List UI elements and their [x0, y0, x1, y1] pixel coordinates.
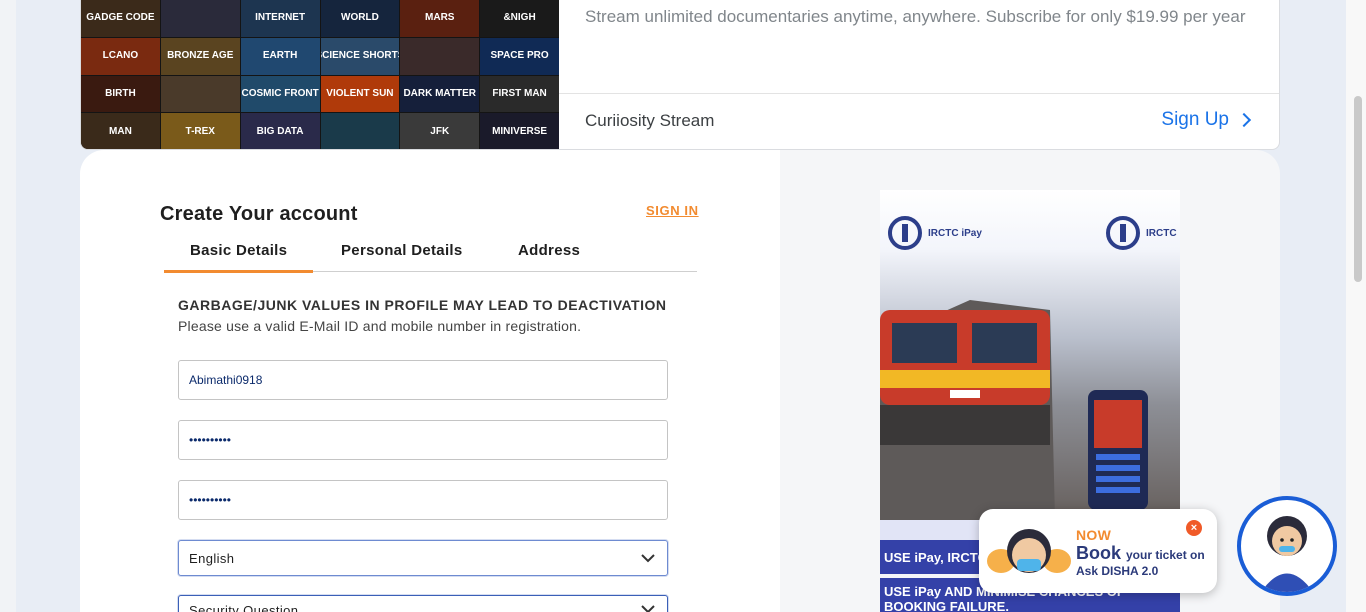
- scrollbar-thumb[interactable]: [1354, 96, 1362, 282]
- password-input[interactable]: [178, 420, 668, 460]
- disha-mascot-icon: [987, 529, 1071, 573]
- ad-collage-tile: BIG DATA: [240, 113, 320, 149]
- ad-collage-image[interactable]: GADGE CODE INTERNET WORLD MARS &NIGH LCANO BRO…: [81, 0, 559, 149]
- ad-brand-name: Curiiosity Stream: [585, 111, 715, 130]
- confirm-password-input[interactable]: [178, 480, 668, 520]
- warning-subtitle: Please use a valid E-Mail ID and mobile …: [178, 318, 582, 334]
- ad-banner[interactable]: GADGE CODE INTERNET WORLD MARS &NIGH LCANO BRO…: [80, 0, 1280, 150]
- ad-collage-tile: MARS: [400, 0, 480, 37]
- ipay-logo: IRCTC iPay: [886, 214, 982, 252]
- ad-collage-tile: JFK: [400, 113, 480, 149]
- ad-collage-tile: VIOLENT SUN: [320, 75, 400, 113]
- disha-now-label: NOW: [1076, 527, 1112, 543]
- disha-book-rest: your ticket on: [1126, 548, 1205, 562]
- language-select-value: English: [189, 550, 235, 566]
- disha-name-label: Ask DISHA 2.0: [1076, 564, 1159, 578]
- tab-address[interactable]: Address: [518, 242, 580, 259]
- irctc-brand: IRCTC: [1146, 227, 1177, 239]
- irctc-logo-icon: [1106, 216, 1140, 250]
- ad-collage-tile: [320, 113, 400, 149]
- registration-form: Create Your account SIGN IN Basic Detail…: [80, 150, 780, 612]
- ad-signup-link[interactable]: Sign Up: [1161, 109, 1252, 131]
- ad-signup-label: Sign Up: [1161, 109, 1229, 130]
- disha-avatar-button[interactable]: [1237, 496, 1337, 596]
- ad-collage-tile: &NIGH: [480, 0, 559, 37]
- tab-basic-details[interactable]: Basic Details: [190, 242, 287, 259]
- ad-collage-tile: LCANO: [81, 37, 160, 75]
- tab-personal-details[interactable]: Personal Details: [341, 242, 463, 259]
- ad-description: Stream unlimited documentaries anytime, …: [585, 7, 1246, 26]
- ad-collage-tile: GADGE CODE: [81, 0, 160, 37]
- ad-collage-tile: [160, 0, 240, 37]
- ad-collage-tile: MINIVERSE: [480, 113, 559, 149]
- ad-collage-tile: INTERNET: [240, 0, 320, 37]
- ad-collage-tile: SPACE PRO: [480, 37, 559, 75]
- ad-divider: [559, 93, 1279, 94]
- irctc-logo-icon: [888, 216, 922, 250]
- chevron-down-icon: [641, 554, 655, 563]
- ad-collage-tile: BIRTH: [81, 75, 160, 113]
- ad-collage-tile: EARTH: [240, 37, 320, 75]
- language-select[interactable]: English: [178, 540, 668, 576]
- disha-close-button[interactable]: ×: [1186, 520, 1202, 536]
- page-scrollbar[interactable]: [1346, 0, 1366, 612]
- ad-collage-tile: SCIENCE SHORTS: [320, 37, 400, 75]
- disha-book-label: Book: [1076, 543, 1121, 563]
- chevron-right-icon: [1236, 112, 1252, 128]
- ad-collage-tile: WORLD: [320, 0, 400, 37]
- ad-collage-tile: DARK MATTER: [400, 75, 480, 113]
- irctc-logo: IRCTC: [1104, 214, 1177, 252]
- security-question-select[interactable]: Security Question: [178, 595, 668, 612]
- active-tab-indicator: [164, 270, 313, 273]
- page-left-gutter: [0, 0, 16, 612]
- sign-in-link[interactable]: SIGN IN: [646, 203, 699, 218]
- registration-tabs: Basic Details Personal Details Address: [164, 235, 697, 273]
- ad-collage-tile: COSMIC FRONT: [240, 75, 320, 113]
- ipay-brand: IRCTC iPay: [928, 227, 982, 239]
- ad-collage-tile: BRONZE AGE: [160, 37, 240, 75]
- security-question-value: Security Question: [189, 603, 299, 612]
- chevron-down-icon: [641, 605, 655, 612]
- ad-collage-tile: MAN: [81, 113, 160, 149]
- warning-title: GARBAGE/JUNK VALUES IN PROFILE MAY LEAD …: [178, 297, 667, 313]
- ad-collage-tile: [160, 75, 240, 113]
- ad-collage-tile: T-REX: [160, 113, 240, 149]
- username-input[interactable]: [178, 360, 668, 400]
- ad-collage-tile: FIRST MAN: [480, 75, 559, 113]
- ad-collage-tile: [400, 37, 480, 75]
- disha-avatar-icon: [1261, 516, 1313, 592]
- form-title: Create Your account: [160, 203, 358, 225]
